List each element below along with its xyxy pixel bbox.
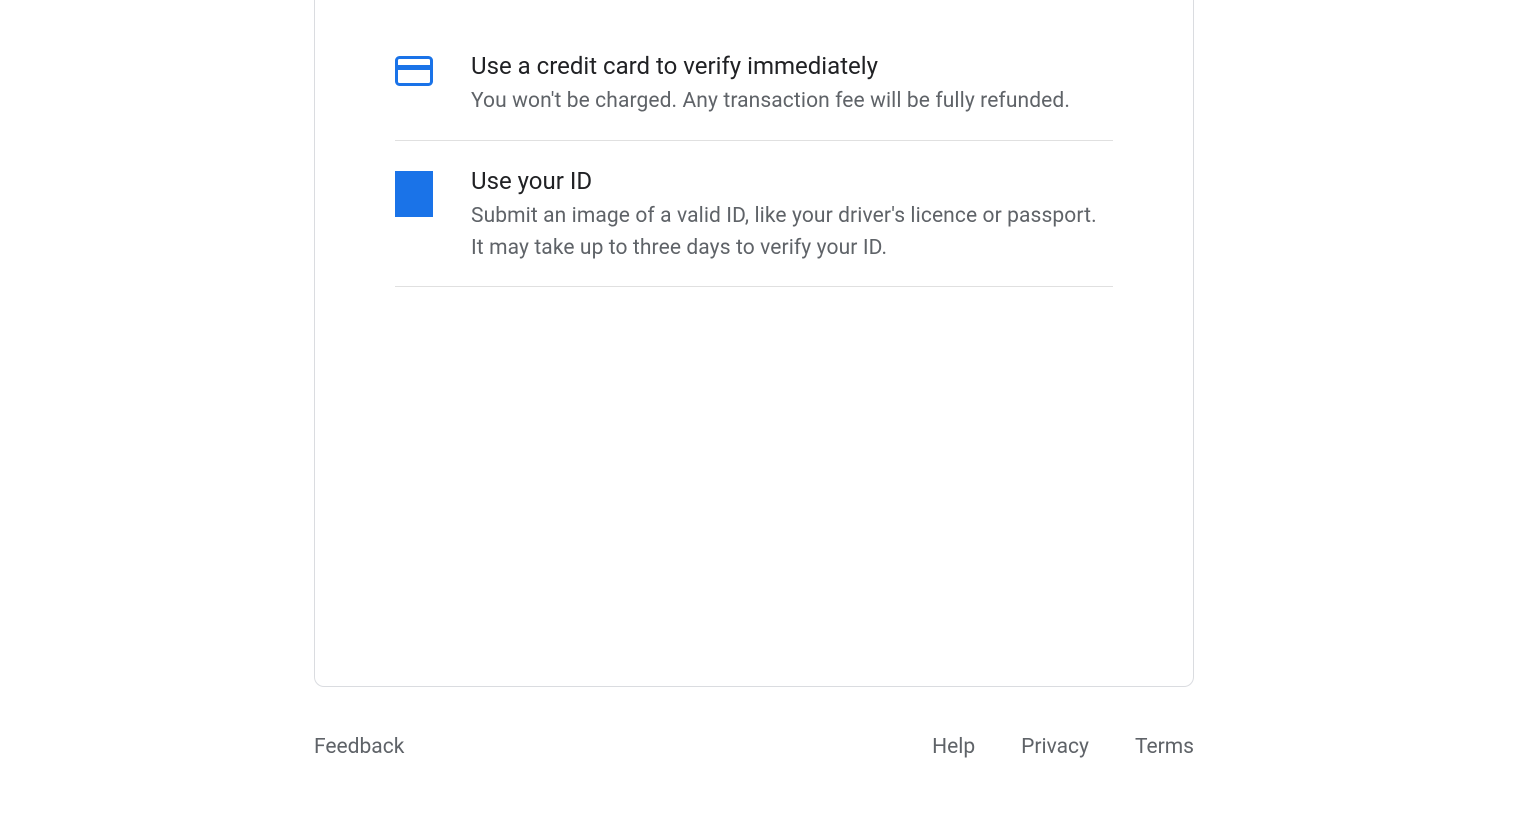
footer-right: Help Privacy Terms <box>932 735 1194 759</box>
option-credit-card[interactable]: Use a credit card to verify immediately … <box>395 0 1113 141</box>
footer-left: Feedback <box>314 735 404 759</box>
option-description: Submit an image of a valid ID, like your… <box>471 201 1113 264</box>
option-title: Use a credit card to verify immediately <box>471 50 1113 82</box>
option-id[interactable]: Use your ID Submit an image of a valid I… <box>395 141 1113 287</box>
option-title: Use your ID <box>471 165 1113 197</box>
option-text: Use a credit card to verify immediately … <box>471 50 1113 118</box>
privacy-link[interactable]: Privacy <box>1021 735 1089 759</box>
credit-card-icon <box>395 56 433 104</box>
verification-card: Use a credit card to verify immediately … <box>314 0 1194 687</box>
footer: Feedback Help Privacy Terms <box>314 735 1194 759</box>
feedback-link[interactable]: Feedback <box>314 735 404 759</box>
option-text: Use your ID Submit an image of a valid I… <box>471 165 1113 264</box>
id-icon <box>395 171 433 219</box>
option-description: You won't be charged. Any transaction fe… <box>471 86 1113 118</box>
help-link[interactable]: Help <box>932 735 975 759</box>
terms-link[interactable]: Terms <box>1135 735 1194 759</box>
